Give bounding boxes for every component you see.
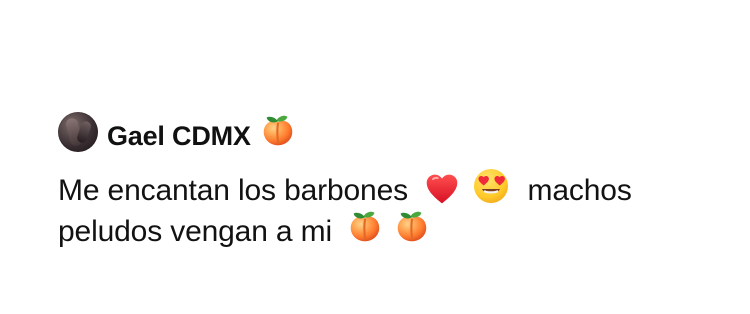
post-text-part-1: Me encantan los barbones xyxy=(58,174,408,207)
peach-icon xyxy=(350,211,380,242)
post-body: Me encantan los barbones machos peludos … xyxy=(58,166,718,250)
post-header: Gael CDMX xyxy=(58,110,718,154)
avatar[interactable] xyxy=(58,112,98,152)
post-line-2: peludos vengan a mi xyxy=(58,209,718,250)
post-text-line-2: peludos vengan a mi xyxy=(58,215,333,248)
post-line-1: Me encantan los barbones machos xyxy=(58,166,718,209)
peach-icon xyxy=(398,211,427,242)
post-card: Gael CDMX Me encantan los barbones macho… xyxy=(58,110,718,250)
post-text-part-2: machos xyxy=(527,174,632,207)
heart-eyes-face-icon xyxy=(474,169,509,203)
peach-icon xyxy=(263,115,293,146)
username-text: Gael CDMX xyxy=(107,121,251,151)
username[interactable]: Gael CDMX xyxy=(107,113,297,151)
red-heart-icon xyxy=(426,174,458,204)
